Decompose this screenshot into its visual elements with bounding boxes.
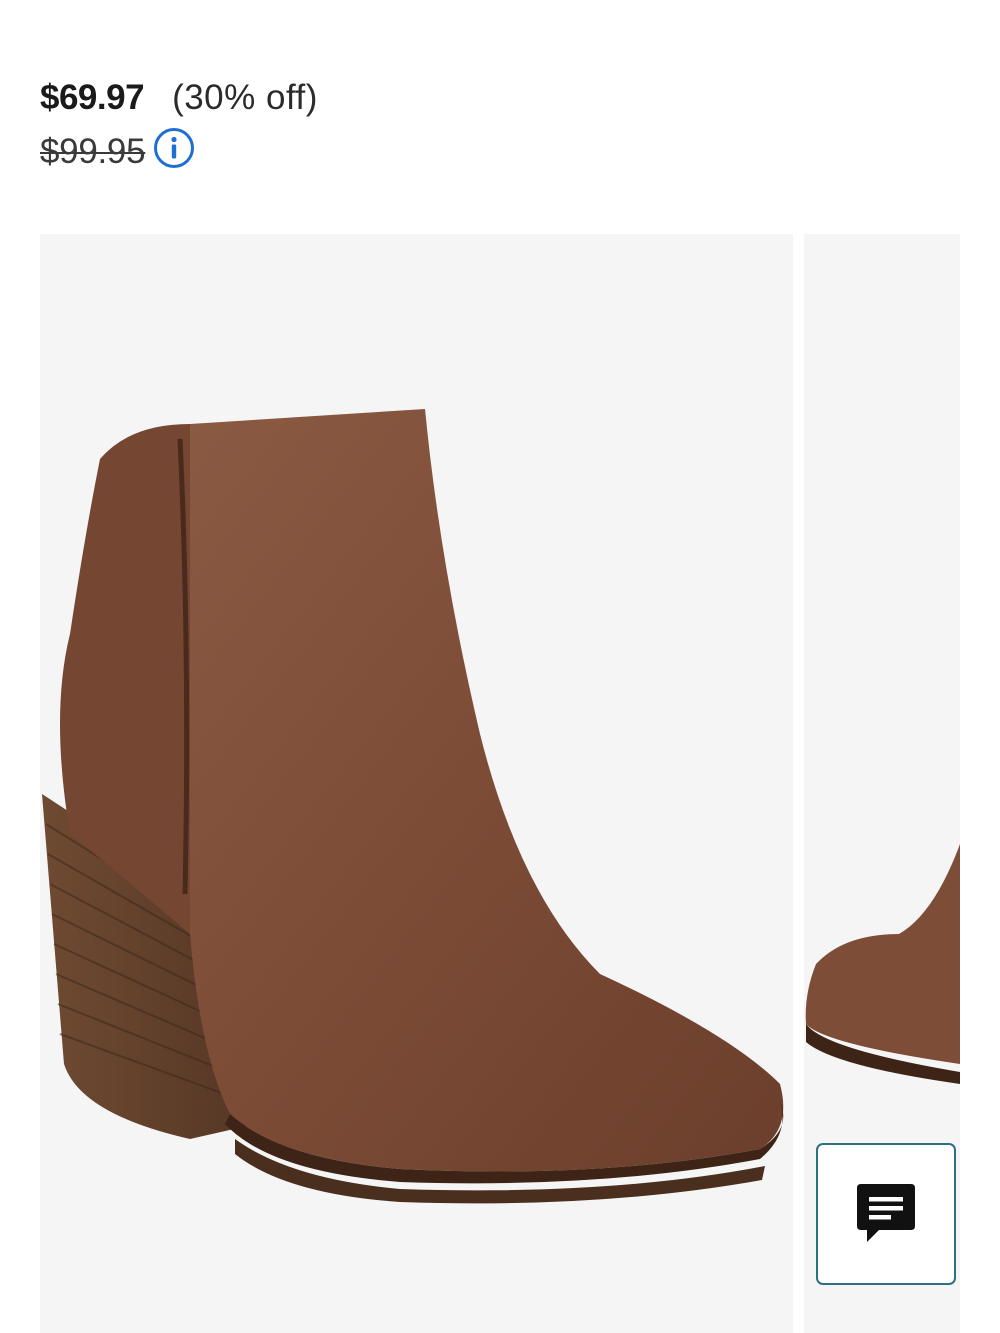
info-circle-icon [154, 128, 195, 168]
price-row: $69.97 (30% off) [40, 78, 318, 118]
product-image-main[interactable] [40, 234, 793, 1333]
chat-button[interactable] [816, 1143, 956, 1285]
original-price: $99.95 [40, 132, 146, 171]
info-button[interactable] [153, 127, 195, 169]
original-price-row: $99.95 [40, 128, 318, 172]
sale-price: $69.97 [40, 78, 145, 117]
boot-image [42, 409, 784, 1204]
price-block: $69.97 (30% off) $99.95 [40, 78, 318, 172]
chat-bubble-icon [857, 1184, 915, 1242]
discount-percent: (30% off) [172, 78, 318, 117]
